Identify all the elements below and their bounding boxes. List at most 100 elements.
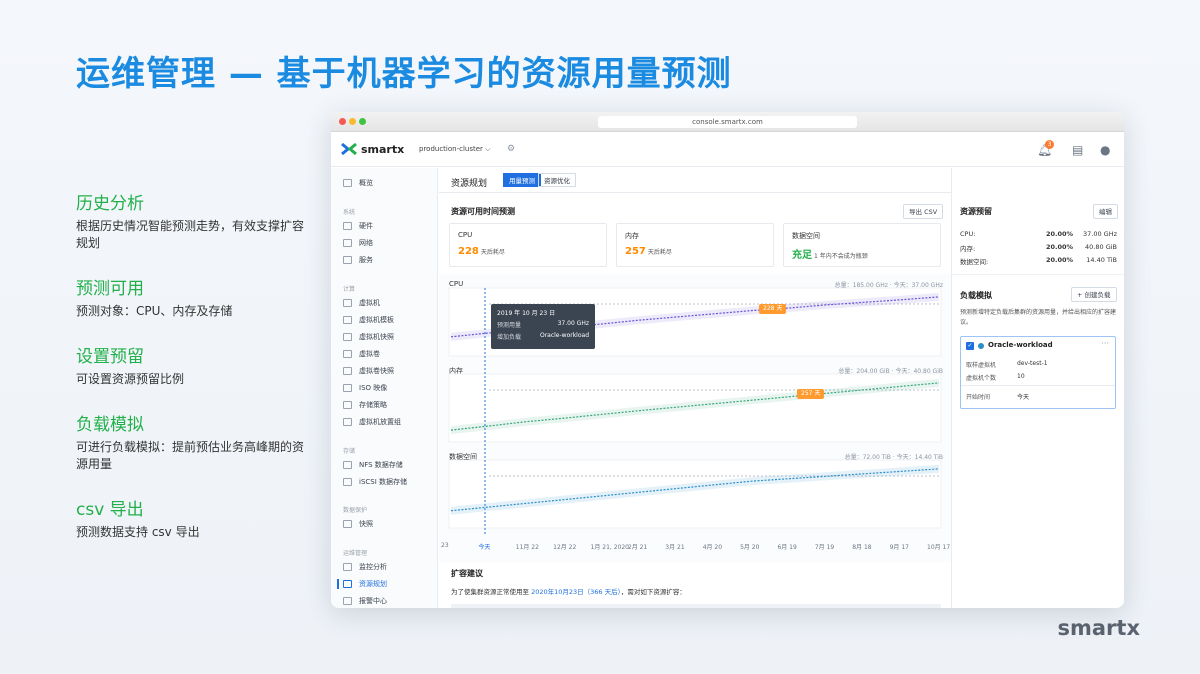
stat-value: 充足 1 年内不会成为瓶颈 [792, 246, 868, 261]
sidebar-item-label: 虚拟机 [359, 299, 380, 307]
x-tick-label: 23 [441, 542, 449, 549]
sidebar-item-snapshot[interactable]: 快照 [343, 519, 373, 529]
sidebar-item-hardware[interactable]: 硬件 [343, 221, 373, 231]
policy-icon [343, 401, 352, 409]
more-icon[interactable]: ··· [1101, 339, 1109, 348]
chart-title: 内存 [449, 367, 463, 375]
cluster-selector[interactable]: production-cluster ⌵ [419, 145, 490, 154]
cpu-exhaust-callout: 228 天 [759, 304, 787, 314]
iso-icon [343, 384, 352, 392]
chart-meta: 总量：72.00 TiB · 今天：14.40 TiB [844, 454, 943, 461]
feature-desc: 可进行负载模拟：提前预估业务高峰期的资源用量 [76, 440, 305, 471]
feature-title: 预测可用 [76, 279, 144, 299]
address-bar[interactable]: console.smartx.com [598, 116, 857, 128]
stat-value: 228 天后耗尽 [458, 246, 505, 257]
feature-item: 历史分析 根据历史情况智能预测走势，有效支撑扩容规划 [76, 192, 308, 252]
overview-icon [343, 179, 352, 187]
feature-item: 设置预留 可设置资源预留比例 [76, 345, 308, 388]
create-load-button[interactable]: + 创建负载 [1071, 287, 1117, 302]
divider [952, 274, 1124, 275]
feature-title: 负载模拟 [76, 415, 144, 435]
stat-unit: 天后耗尽 [480, 249, 505, 256]
sidebar-item-resource-planning[interactable]: 资源规划 [343, 579, 387, 589]
x-tick-label: 2月 21 [627, 544, 648, 551]
sidebar-item-storage-policy[interactable]: 存储策略 [343, 400, 387, 410]
reserve-title: 资源预留 [960, 207, 992, 216]
chart-plot-area [448, 459, 942, 529]
sidebar-item-service[interactable]: 服务 [343, 255, 373, 265]
feature-desc: 预测对象：CPU、内存及存储 [76, 304, 233, 318]
sidebar-item-network[interactable]: 网络 [343, 238, 373, 248]
gear-icon[interactable]: ⚙ [507, 144, 515, 154]
user-icon[interactable]: ● [1100, 143, 1110, 157]
tooltip-key: 增加负载 [497, 334, 522, 341]
smartx-logo-icon [341, 142, 357, 156]
divider [961, 385, 1115, 386]
sidebar-item-monitor[interactable]: 监控分析 [343, 562, 387, 572]
sidebar-item-vm[interactable]: 虚拟机 [343, 298, 380, 308]
minimize-window-dot[interactable] [349, 118, 356, 125]
sidebar-item-iscsi[interactable]: iSCSI 数据存储 [343, 477, 407, 487]
sidebar: 概览 系统 硬件 网络 服务 计算 虚拟机 虚拟机模板 虚拟机快照 虚拟卷 虚拟… [331, 168, 438, 608]
network-icon [343, 239, 352, 247]
nfs-icon [343, 461, 352, 469]
right-panel: 资源预留 编辑 CPU: 20.00% 37.00 GHz 内存: 20.00% 40.… [951, 168, 1124, 608]
reserve-name: 数据空间: [960, 258, 989, 266]
sidebar-item-volume-snapshot[interactable]: 虚拟卷快照 [343, 366, 394, 376]
sidebar-item-label: 虚拟卷快照 [359, 367, 394, 375]
placement-icon [343, 418, 352, 426]
sidebar-group-ops: 运维管理 [343, 550, 368, 557]
edit-reserve-button[interactable]: 编辑 [1093, 204, 1118, 219]
reserve-pct: 20.00% [1046, 230, 1074, 238]
x-tick-label: 10月 17 [927, 544, 951, 551]
x-tick-label: 9月 17 [889, 544, 909, 551]
reserve-name: CPU: [960, 230, 976, 238]
sidebar-item-label: 虚拟机快照 [359, 333, 394, 341]
feature-title: 设置预留 [76, 347, 144, 367]
sidebar-item-vm-snapshot[interactable]: 虚拟机快照 [343, 332, 394, 342]
app-logo[interactable]: smartx [341, 142, 404, 156]
feature-list: 历史分析 根据历史情况智能预测走势，有效支撑扩容规划 预测可用 预测对象：CPU… [76, 192, 308, 566]
x-tick-label: 3月 21 [665, 544, 685, 551]
workload-card[interactable]: ✓ Oracle-workload ··· 取样虚拟机 dev-test-1 虚拟… [960, 336, 1116, 409]
tab-usage-forecast[interactable]: 用量预测 [503, 173, 541, 187]
x-tick-label: 11月 22 [515, 544, 539, 551]
sidebar-item-alerts[interactable]: 报警中心 [343, 596, 387, 606]
sidebar-item-label: 虚拟卷 [359, 350, 380, 358]
sidebar-item-iso[interactable]: ISO 映像 [343, 383, 387, 393]
tooltip-row: 增加负载 Oracle-workload [497, 332, 589, 341]
y-tick-label: 64 TiB [453, 470, 472, 477]
checkbox-icon[interactable]: ✓ [966, 342, 974, 350]
sidebar-item-vm-template[interactable]: 虚拟机模板 [343, 315, 394, 325]
sidebar-item-nfs[interactable]: NFS 数据存储 [343, 460, 403, 470]
sidebar-item-overview[interactable]: 概览 [343, 178, 373, 188]
export-csv-button[interactable]: 导出 CSV [903, 204, 944, 219]
feature-title: 历史分析 [76, 194, 144, 214]
sidebar-item-label: 服务 [359, 256, 373, 264]
forecast-line [450, 382, 940, 431]
sidebar-group-storage: 存储 [343, 448, 356, 455]
expansion-date: 2020年10月23日（366 天后） [531, 588, 621, 596]
tooltip-row: 预测用量 37.00 GHz [497, 320, 589, 329]
workload-row: 开始时间 今天 [966, 392, 1029, 401]
feature-item: 预测可用 预测对象：CPU、内存及存储 [76, 277, 308, 320]
tab-resource-optimize[interactable]: 资源优化 [538, 173, 576, 187]
app-logo-text: smartx [361, 142, 405, 156]
document-icon[interactable]: ▤ [1072, 143, 1083, 157]
expansion-table-header [451, 604, 941, 608]
sidebar-item-vm-placement[interactable]: 虚拟机放置组 [343, 417, 401, 427]
feature-desc: 预测数据支持 csv 导出 [76, 525, 200, 539]
maximize-window-dot[interactable] [359, 118, 366, 125]
tooltip-date: 2019 年 10 月 23 日 [497, 310, 556, 317]
chart-tooltip: 2019 年 10 月 23 日 预测用量 37.00 GHz 增加负载 Oracl… [491, 304, 595, 349]
sidebar-item-vm-volume[interactable]: 虚拟卷 [343, 349, 380, 359]
browser-titlebar: console.smartx.com [331, 112, 1124, 132]
tooltip-key: 预测用量 [497, 322, 522, 329]
footer-logo: smartx [1057, 616, 1141, 640]
iscsi-icon [343, 478, 352, 486]
sidebar-item-label: NFS 数据存储 [359, 461, 403, 469]
stat-card-storage: 数据空间 充足 1 年内不会成为瓶颈 [783, 223, 941, 267]
workload-key: 虚拟机个数 [966, 375, 997, 382]
close-window-dot[interactable] [339, 118, 346, 125]
snapshot-icon [343, 333, 352, 341]
